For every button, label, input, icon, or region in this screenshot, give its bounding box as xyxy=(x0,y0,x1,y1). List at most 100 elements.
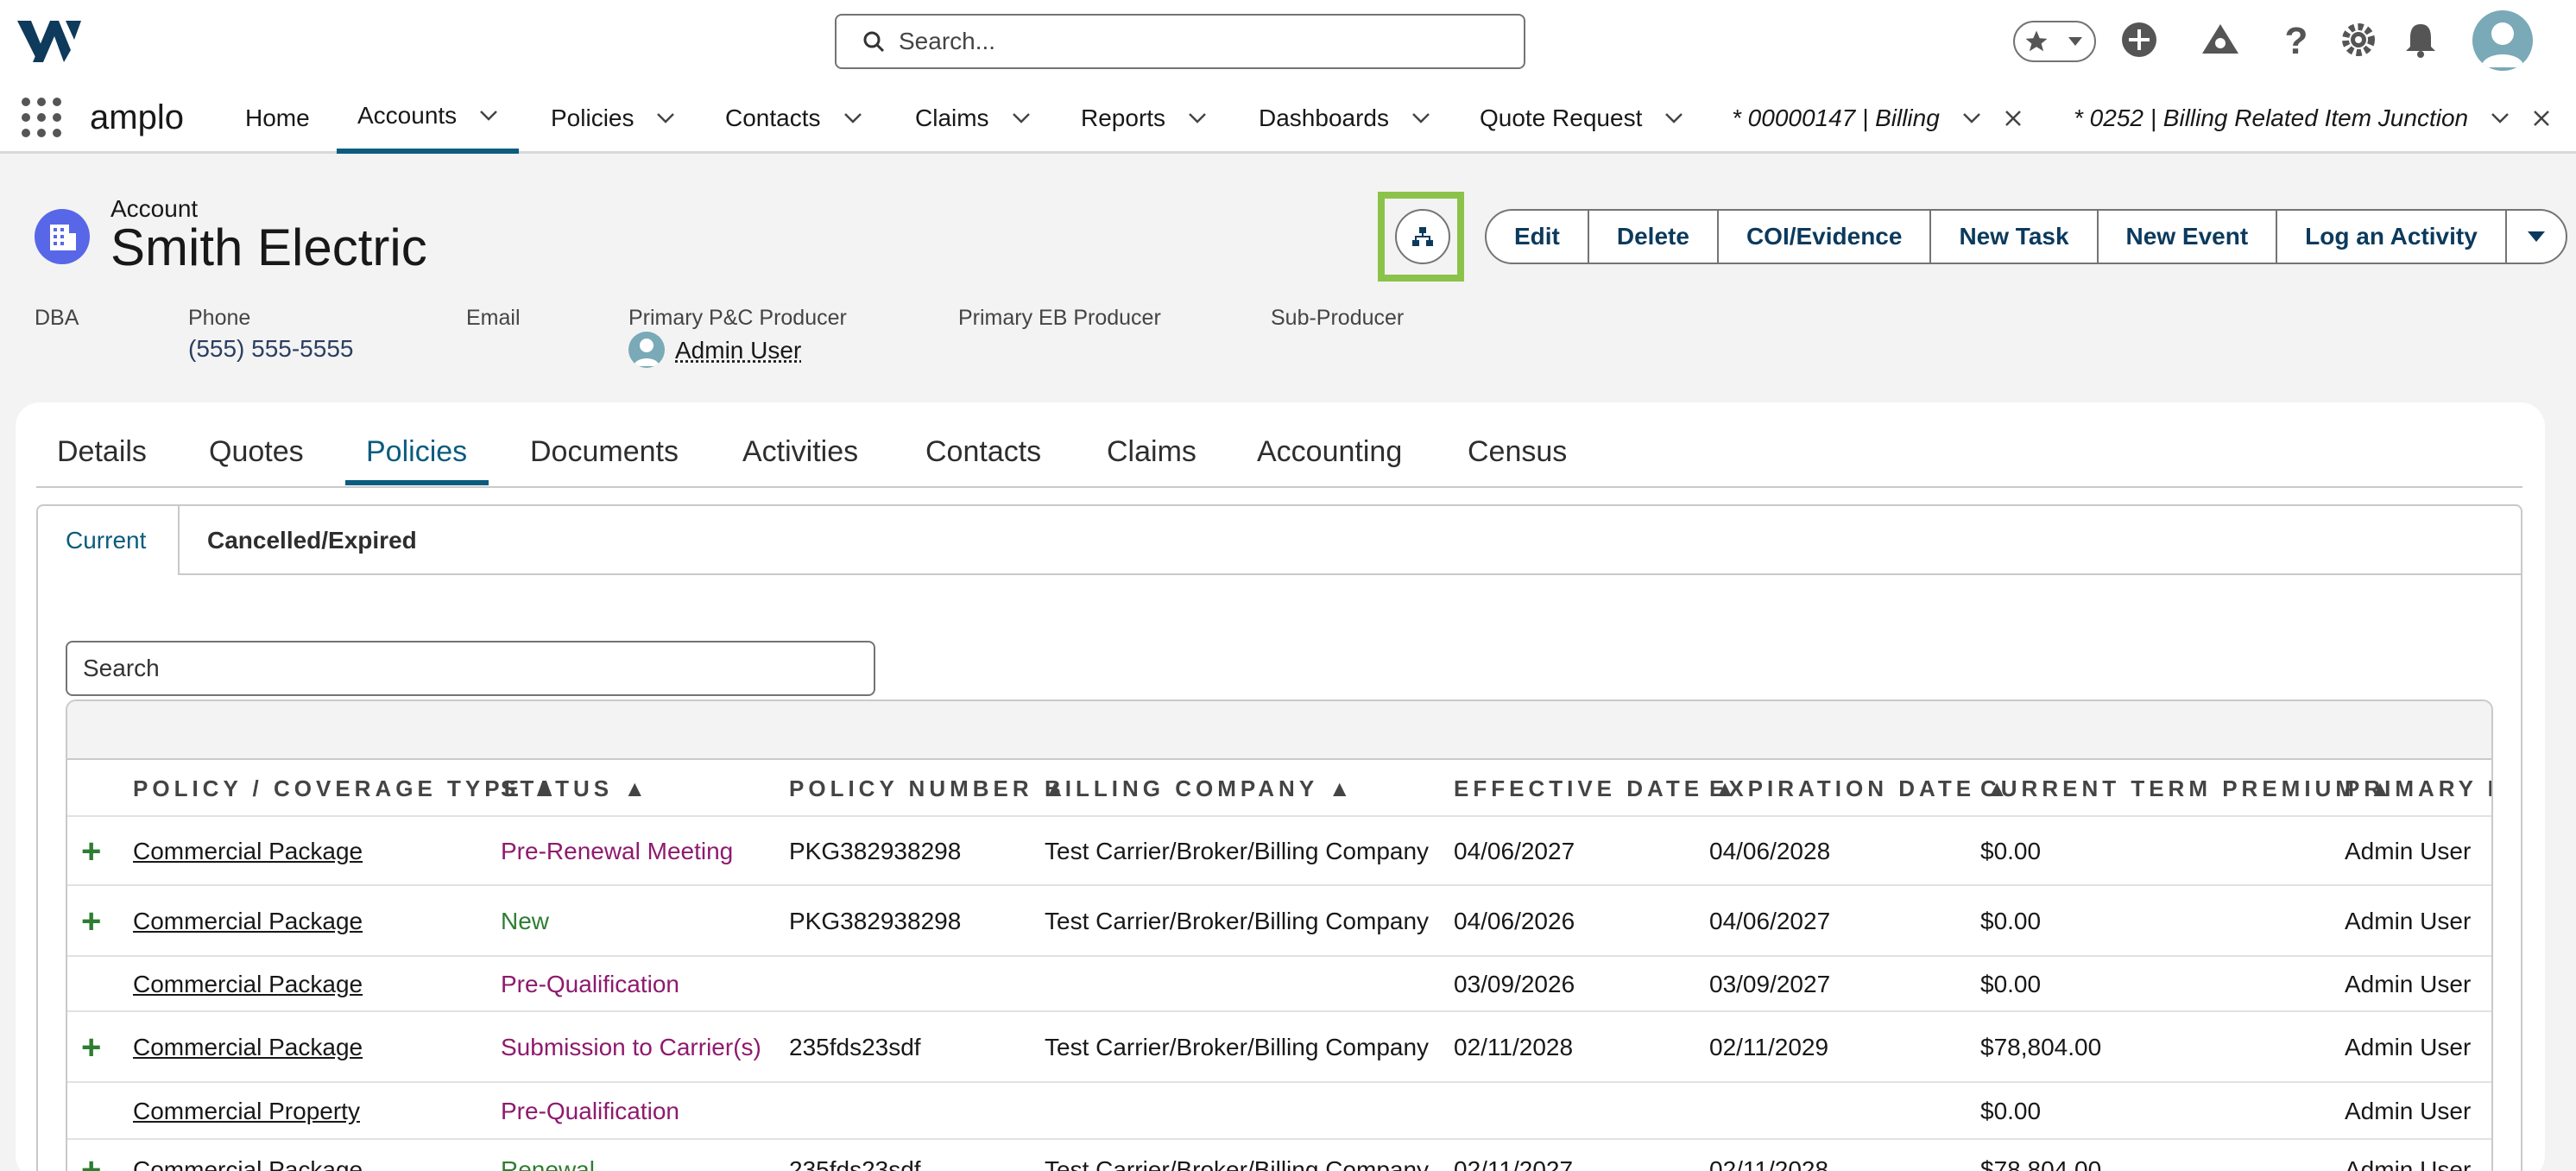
nav-item-home[interactable]: Home xyxy=(245,83,310,154)
column-header-billing-company[interactable]: BILLING COMPANY ▲ xyxy=(1045,775,1355,802)
producer-link[interactable]: Admin User xyxy=(675,337,801,364)
policy-type-link[interactable]: Commercial Package xyxy=(133,1034,363,1061)
chevron-down-icon[interactable] xyxy=(1962,112,1981,124)
trailhead-icon[interactable] xyxy=(2198,17,2243,62)
expand-row-icon[interactable]: + xyxy=(81,1151,101,1171)
chevron-down-icon[interactable] xyxy=(1012,112,1031,124)
table-toolbar xyxy=(67,701,2491,760)
tab-activities[interactable]: Activities xyxy=(742,435,858,469)
column-header-effective-date[interactable]: EFFECTIVE DATE ▲ xyxy=(1454,775,1740,802)
nav-item-dashboards[interactable]: Dashboards xyxy=(1259,83,1430,154)
tab-census[interactable]: Census xyxy=(1468,435,1567,469)
table-row: Commercial Package Pre-Qualification 03/09… xyxy=(67,955,2491,1010)
add-icon[interactable] xyxy=(2117,17,2162,62)
premium-value: $78,804.00 xyxy=(1980,1034,2102,1060)
nav-item-claims[interactable]: Claims xyxy=(915,83,1031,154)
effective-date-value: 02/11/2027 xyxy=(1454,1156,1574,1171)
app-name: amplo xyxy=(90,98,184,136)
policy-type-link[interactable]: Commercial Package xyxy=(133,971,363,998)
record-action-buttons: Edit Delete COI/Evidence New Task New Ev… xyxy=(1485,209,2567,264)
chevron-down-icon[interactable] xyxy=(1411,112,1430,124)
nav-item-policies[interactable]: Policies xyxy=(551,83,675,154)
close-icon[interactable] xyxy=(2532,109,2551,128)
policy-type-link[interactable]: Commercial Package xyxy=(133,1156,363,1171)
effective-date-value: 02/11/2028 xyxy=(1454,1034,1574,1060)
tab-documents[interactable]: Documents xyxy=(530,435,679,469)
tab-details[interactable]: Details xyxy=(57,435,147,469)
nav-item-label: Accounts xyxy=(357,102,458,129)
new-task-button[interactable]: New Task xyxy=(1931,211,2099,263)
app-launcher-icon[interactable] xyxy=(21,97,62,138)
policy-number-value: 235fds23sdf xyxy=(789,1156,921,1171)
view-hierarchy-button[interactable] xyxy=(1395,209,1450,264)
premium-value: $0.00 xyxy=(1980,971,2042,997)
column-header-current-term-premium[interactable]: CURRENT TERM PREMIUM ▲ xyxy=(1980,775,2396,802)
search-icon xyxy=(863,31,885,53)
favorites-button-group xyxy=(2013,21,2096,62)
subtab-divider xyxy=(178,573,2522,575)
table-row: + Commercial Package New PKG382938298 Test C… xyxy=(67,884,2491,955)
log-activity-button[interactable]: Log an Activity xyxy=(2277,211,2507,263)
nav-item-quote-request[interactable]: Quote Request xyxy=(1480,83,1683,154)
nav-item-contacts[interactable]: Contacts xyxy=(725,83,862,154)
policy-search-placeholder: Search xyxy=(83,655,160,681)
star-icon[interactable] xyxy=(2015,22,2058,60)
phone-value[interactable]: (555) 555-5555 xyxy=(188,335,353,363)
tab-accounting[interactable]: Accounting xyxy=(1257,435,1402,469)
gear-icon[interactable] xyxy=(2336,17,2381,62)
subtab-current[interactable]: Current xyxy=(66,527,146,554)
table-row: + Commercial Package Submission to Carrier… xyxy=(67,1010,2491,1081)
delete-button[interactable]: Delete xyxy=(1589,211,1719,263)
column-header-policy-type[interactable]: POLICY / COVERAGE TYPE ▲ xyxy=(133,775,560,802)
column-header-status[interactable]: STATUS ▲ xyxy=(501,775,650,802)
close-icon[interactable] xyxy=(2004,109,2023,128)
expiration-date-value: 04/06/2028 xyxy=(1709,838,1831,864)
expand-row-icon[interactable]: + xyxy=(81,832,101,871)
chevron-down-icon[interactable] xyxy=(479,110,498,122)
column-header-primary-producer[interactable]: PRIMARY PR xyxy=(2345,775,2491,802)
expiration-date-value: 04/06/2027 xyxy=(1709,908,1831,934)
column-header-expiration-date[interactable]: EXPIRATION DATE ▲ xyxy=(1709,775,2012,802)
favorites-dropdown-icon[interactable] xyxy=(2058,22,2093,60)
nav-item-label: Claims xyxy=(915,104,989,131)
new-event-button[interactable]: New Event xyxy=(2099,211,2278,263)
coi-evidence-button[interactable]: COI/Evidence xyxy=(1719,211,1932,263)
policy-type-link[interactable]: Commercial Package xyxy=(133,908,363,935)
amplo-logo-icon[interactable] xyxy=(16,16,83,66)
chevron-down-icon[interactable] xyxy=(656,112,675,124)
tab-policies[interactable]: Policies xyxy=(366,435,467,469)
notification-bell-icon[interactable] xyxy=(2398,17,2443,62)
help-icon[interactable]: ? xyxy=(2274,17,2319,62)
effective-date-value: 04/06/2026 xyxy=(1454,908,1575,934)
hierarchy-icon xyxy=(1412,227,1433,246)
chevron-down-icon[interactable] xyxy=(1188,112,1207,124)
edit-button[interactable]: Edit xyxy=(1487,211,1589,263)
chevron-down-icon[interactable] xyxy=(843,112,862,124)
tab-claims[interactable]: Claims xyxy=(1107,435,1196,469)
nav-item-accounts[interactable]: Accounts xyxy=(337,83,520,154)
policy-type-link[interactable]: Commercial Package xyxy=(133,838,363,865)
policy-search-input[interactable]: Search xyxy=(66,641,875,696)
more-actions-button[interactable] xyxy=(2507,211,2566,263)
nav-tab-billing-related-item[interactable]: * 0252 | Billing Related Item Junction xyxy=(2074,83,2551,154)
user-avatar[interactable] xyxy=(2472,10,2533,71)
nav-tab-billing[interactable]: * 00000147 | Billing xyxy=(1732,83,2023,154)
subtab-cancelled-expired[interactable]: Cancelled/Expired xyxy=(207,527,417,554)
producer-value: Admin User xyxy=(2345,1034,2472,1060)
expand-row-icon[interactable]: + xyxy=(81,902,101,941)
chevron-down-icon[interactable] xyxy=(1664,112,1683,124)
tab-quotes[interactable]: Quotes xyxy=(209,435,304,469)
chevron-down-icon[interactable] xyxy=(2491,112,2510,124)
expand-row-icon[interactable]: + xyxy=(81,1029,101,1067)
column-header-policy-number[interactable]: POLICY NUMBER ▲ xyxy=(789,775,1070,802)
status-value: New xyxy=(501,908,550,934)
active-tab-indicator xyxy=(345,480,489,485)
svg-text:?: ? xyxy=(2285,21,2308,59)
policy-type-link[interactable]: Commercial Property xyxy=(133,1098,360,1125)
global-search-input[interactable]: Search... xyxy=(835,14,1525,69)
field-label-primary-eb-producer: Primary EB Producer xyxy=(958,306,1161,330)
producer-avatar xyxy=(628,332,665,368)
status-value: Pre-Renewal Meeting xyxy=(501,838,734,864)
nav-item-reports[interactable]: Reports xyxy=(1081,83,1207,154)
tab-contacts[interactable]: Contacts xyxy=(925,435,1041,469)
